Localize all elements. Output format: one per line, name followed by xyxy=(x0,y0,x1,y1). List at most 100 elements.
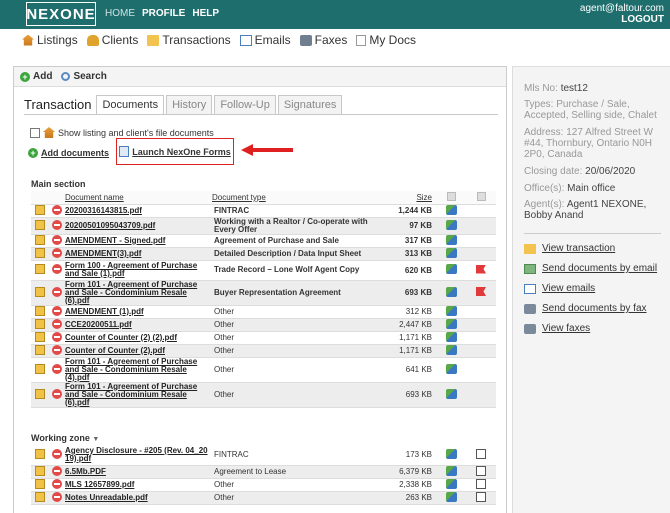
document-name-link[interactable]: Form 101 - Agreement of Purchase and Sal… xyxy=(65,280,212,306)
document-name-link[interactable]: Counter of Counter (2) (2).pdf xyxy=(65,331,212,345)
menu-emails[interactable]: Emails xyxy=(239,33,291,47)
menu-my-docs[interactable]: My Docs xyxy=(356,33,416,47)
document-name-link[interactable]: MLS 12657899.pdf xyxy=(65,478,212,492)
document-name-link[interactable]: Agency Disclosure - #205 (Rev. 04_20 19)… xyxy=(65,445,212,466)
document-name-link[interactable]: AMENDMENT - Signed.pdf xyxy=(65,234,212,248)
edit-icon[interactable] xyxy=(34,305,45,316)
share-icon[interactable] xyxy=(445,234,457,245)
closing-label: Closing date: xyxy=(524,166,583,177)
document-name-link[interactable]: 6.5Mb.PDF xyxy=(65,465,212,479)
edit-icon[interactable] xyxy=(34,204,45,215)
edit-icon[interactable] xyxy=(34,448,45,459)
delete-icon[interactable] xyxy=(51,465,62,476)
document-name-link[interactable]: Form 101 - Agreement of Purchase and Sal… xyxy=(65,382,212,408)
menu-listings[interactable]: Listings xyxy=(22,33,78,47)
share-icon[interactable] xyxy=(445,478,457,489)
menu-clients[interactable]: Clients xyxy=(86,33,138,47)
edit-icon[interactable] xyxy=(34,234,45,245)
document-name-link[interactable]: 20200501095043709.pdf xyxy=(65,217,212,235)
share-icon[interactable] xyxy=(445,318,457,329)
share-icon[interactable] xyxy=(445,305,457,316)
share-icon[interactable] xyxy=(445,286,457,297)
edit-icon[interactable] xyxy=(34,478,45,489)
flag-icon[interactable] xyxy=(476,264,486,274)
edit-icon[interactable] xyxy=(34,465,45,476)
delete-icon[interactable] xyxy=(51,305,62,316)
delete-icon[interactable] xyxy=(51,286,62,297)
document-name-link[interactable]: Notes Unreadable.pdf xyxy=(65,491,212,505)
view-transaction-link[interactable]: View transaction xyxy=(542,243,615,254)
share-icon[interactable] xyxy=(445,331,457,342)
select-checkbox[interactable] xyxy=(476,465,486,476)
share-icon[interactable] xyxy=(445,247,457,258)
col-document-type[interactable]: Document type xyxy=(212,191,388,205)
edit-icon[interactable] xyxy=(34,219,45,230)
document-name-link[interactable]: 20200316143815.pdf xyxy=(65,204,212,218)
delete-icon[interactable] xyxy=(51,388,62,399)
delete-icon[interactable] xyxy=(51,219,62,230)
menu-transactions[interactable]: Transactions xyxy=(147,33,231,47)
show-listing-checkbox[interactable] xyxy=(30,127,40,138)
send-documents-by-email-link[interactable]: Send documents by email xyxy=(542,263,657,274)
tab-follow-up[interactable]: Follow-Up xyxy=(214,95,276,114)
search-button[interactable]: Search xyxy=(61,71,107,82)
document-name-link[interactable]: AMENDMENT(3).pdf xyxy=(65,247,212,261)
flag-icon[interactable] xyxy=(476,287,486,296)
share-icon[interactable] xyxy=(445,344,457,355)
edit-icon[interactable] xyxy=(34,388,45,399)
delete-icon[interactable] xyxy=(51,234,62,245)
edit-icon[interactable] xyxy=(34,318,45,329)
chevron-down-icon[interactable]: ▼ xyxy=(92,436,99,443)
document-name-link[interactable]: Form 101 - Agreement of Purchase and Sal… xyxy=(65,357,212,383)
add-documents-link[interactable]: Add documents xyxy=(41,148,109,158)
document-name-link[interactable]: CCE20200511.pdf xyxy=(65,318,212,332)
delete-icon[interactable] xyxy=(51,448,62,459)
edit-icon[interactable] xyxy=(34,363,45,374)
nexone-logo[interactable]: NEXONE xyxy=(26,2,96,26)
delete-icon[interactable] xyxy=(51,344,62,355)
menu-faxes[interactable]: Faxes xyxy=(299,33,347,47)
add-button[interactable]: + Add xyxy=(20,71,52,82)
select-checkbox[interactable] xyxy=(476,478,486,489)
delete-icon[interactable] xyxy=(51,264,62,274)
launch-nexone-forms-link[interactable]: Launch NexOne Forms xyxy=(132,147,231,157)
nav-help[interactable]: HELP xyxy=(192,8,219,19)
nav-home[interactable]: HOME xyxy=(105,8,135,19)
edit-icon[interactable] xyxy=(34,344,45,355)
delete-icon[interactable] xyxy=(51,247,62,258)
share-icon[interactable] xyxy=(445,491,457,502)
share-icon[interactable] xyxy=(445,388,457,399)
tab-history[interactable]: History xyxy=(166,95,213,114)
edit-icon[interactable] xyxy=(34,247,45,258)
share-icon[interactable] xyxy=(445,465,457,476)
document-name-link[interactable]: Form 100 - Agreement of Purchase and Sal… xyxy=(65,260,212,281)
document-name-link[interactable]: Counter of Counter (2).pdf xyxy=(65,344,212,358)
edit-icon[interactable] xyxy=(34,491,45,502)
delete-icon[interactable] xyxy=(51,363,62,374)
col-size[interactable]: Size xyxy=(388,191,436,205)
share-icon[interactable] xyxy=(445,204,457,215)
delete-icon[interactable] xyxy=(51,318,62,329)
view-faxes-link[interactable]: View faxes xyxy=(542,323,590,334)
select-checkbox[interactable] xyxy=(476,491,486,502)
delete-icon[interactable] xyxy=(51,204,62,215)
document-name-link[interactable]: AMENDMENT (1).pdf xyxy=(65,305,212,319)
edit-icon[interactable] xyxy=(34,264,45,274)
share-icon[interactable] xyxy=(445,363,457,374)
logout-link[interactable]: LOGOUT xyxy=(580,14,664,25)
edit-icon[interactable] xyxy=(34,286,45,297)
tab-documents[interactable]: Documents xyxy=(96,95,165,114)
delete-icon[interactable] xyxy=(51,478,62,489)
col-document-name[interactable]: Document name xyxy=(65,191,212,205)
send-documents-by-fax-link[interactable]: Send documents by fax xyxy=(542,303,647,314)
tab-signatures[interactable]: Signatures xyxy=(277,95,343,114)
delete-icon[interactable] xyxy=(51,491,62,502)
share-icon[interactable] xyxy=(445,219,457,230)
share-icon[interactable] xyxy=(445,448,457,459)
delete-icon[interactable] xyxy=(51,331,62,342)
nav-profile[interactable]: PROFILE xyxy=(142,8,185,19)
share-icon[interactable] xyxy=(445,264,457,274)
select-checkbox[interactable] xyxy=(476,448,486,459)
edit-icon[interactable] xyxy=(34,331,45,342)
view-emails-link[interactable]: View emails xyxy=(542,283,595,294)
